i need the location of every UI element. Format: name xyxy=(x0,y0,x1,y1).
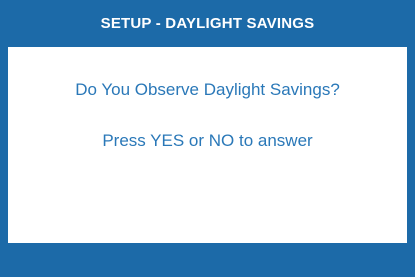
daylight-savings-question: Do You Observe Daylight Savings? xyxy=(75,80,340,99)
prompt-area: Do You Observe Daylight Savings? Press Y… xyxy=(8,47,407,243)
answer-instruction: Press YES or NO to answer xyxy=(102,131,313,150)
title-bar: SETUP - DAYLIGHT SAVINGS xyxy=(0,0,415,47)
page-title: SETUP - DAYLIGHT SAVINGS xyxy=(100,15,315,32)
setup-screen: SETUP - DAYLIGHT SAVINGS Do You Observe … xyxy=(0,0,415,277)
footer-bar xyxy=(0,243,415,277)
